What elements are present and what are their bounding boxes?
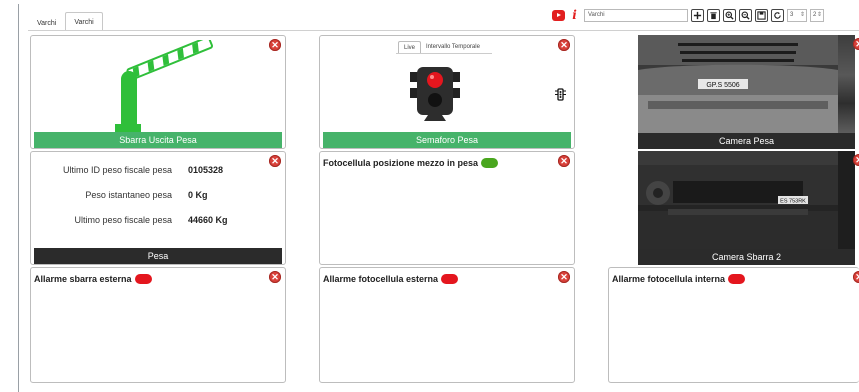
panel-photocell-position: Fotocellula posizione mezzo in pesa ✕ [319, 151, 575, 265]
panel-scale: Ultimo ID peso fiscale pesa 0105328 Peso… [30, 151, 286, 265]
alarm-barrier-title: Allarme sbarra esterna [34, 274, 152, 284]
camera-sbarra-caption: Camera Sbarra 2 [638, 249, 855, 265]
scale-label: Peso istantaneo pesa [85, 190, 172, 200]
scale-row: Ultimo peso fiscale pesa 44660 Kg [31, 215, 285, 227]
panel-alarm-photocell-external: Allarme fotocellula esterna ✕ [319, 267, 575, 383]
status-indicator-red [134, 274, 152, 284]
close-icon[interactable]: ✕ [269, 39, 281, 51]
zoom-in-button[interactable] [723, 8, 736, 22]
close-icon[interactable]: ✕ [853, 271, 859, 283]
panel-camera-pesa: GP.S 5506 Camera Pesa ✕ [608, 35, 859, 149]
tab-live[interactable]: Live [398, 41, 422, 53]
scale-label: Ultimo ID peso fiscale pesa [62, 165, 172, 175]
tab-varchi-1[interactable]: Varchi [28, 15, 65, 31]
scale-value: 0105328 [188, 165, 224, 175]
info-icon[interactable]: i [568, 8, 581, 22]
trash-icon [710, 11, 717, 19]
plate-text: GP.S 5506 [706, 82, 739, 89]
layout-name-input[interactable]: Varchi [584, 8, 688, 22]
truck-rear-image: ES 753RK [638, 151, 838, 251]
scale-value: 0 Kg [188, 190, 208, 200]
close-icon[interactable]: ✕ [853, 154, 859, 166]
columns-stepper[interactable]: 3 [787, 8, 807, 22]
subtab-divider [396, 53, 492, 54]
zoom-out-icon [741, 10, 750, 20]
scale-caption: Pesa [34, 248, 282, 264]
scale-value: 44660 Kg [188, 215, 228, 225]
panel-title-text: Allarme sbarra esterna [34, 274, 132, 284]
traffic-light-icon [410, 67, 460, 121]
panel-title-text: Allarme fotocellula interna [612, 274, 726, 284]
panel-title-text: Fotocellula posizione mezzo in pesa [323, 158, 479, 168]
tab-time-interval[interactable]: Intervallo Temporale [421, 41, 485, 53]
refresh-icon [774, 11, 781, 19]
camera-sbarra-feed: ES 753RK [638, 151, 855, 265]
close-icon[interactable]: ✕ [558, 155, 570, 167]
close-icon[interactable]: ✕ [558, 271, 570, 283]
tab-divider [28, 30, 859, 31]
scale-row: Ultimo ID peso fiscale pesa 0105328 [31, 165, 285, 177]
panel-barrier: Sbarra Uscita Pesa ✕ [30, 35, 286, 149]
delete-button[interactable] [707, 8, 720, 22]
panel-alarm-barrier: Allarme sbarra esterna ✕ [30, 267, 286, 383]
tab-varchi-2[interactable]: Varchi [65, 12, 103, 31]
youtube-icon[interactable] [552, 9, 565, 21]
panel-semaphore: Live Intervallo Temporale Semaforo Pesa … [319, 35, 575, 149]
traffic-signal-icon[interactable] [554, 88, 567, 101]
panel-title-text: Allarme fotocellula esterna [323, 274, 439, 284]
scale-label: Ultimo peso fiscale pesa [74, 215, 172, 225]
toolbar: i Varchi 3 2 [552, 8, 824, 22]
status-indicator-red [728, 274, 746, 284]
close-icon[interactable]: ✕ [269, 155, 281, 167]
refresh-button[interactable] [771, 8, 784, 22]
save-icon [757, 10, 766, 20]
plate-text: ES 753RK [780, 199, 806, 205]
rows-stepper[interactable]: 2 [810, 8, 824, 22]
tab-strip: Varchi Varchi [28, 11, 103, 31]
zoom-in-icon [725, 10, 734, 20]
close-icon[interactable]: ✕ [269, 271, 281, 283]
status-indicator-red [441, 274, 459, 284]
save-button[interactable] [755, 8, 768, 22]
semaphore-subtabs: Live Intervallo Temporale [398, 41, 485, 53]
barrier-caption: Sbarra Uscita Pesa [34, 132, 282, 148]
truck-front-image: GP.S 5506 [638, 35, 838, 135]
add-button[interactable] [691, 8, 704, 22]
semaphore-caption: Semaforo Pesa [323, 132, 571, 148]
alarm-photocell-external-title: Allarme fotocellula esterna [323, 274, 459, 284]
photocell-position-title: Fotocellula posizione mezzo in pesa [323, 158, 499, 168]
zoom-out-button[interactable] [739, 8, 752, 22]
scale-row: Peso istantaneo pesa 0 Kg [31, 190, 285, 202]
left-gutter [0, 0, 18, 392]
close-icon[interactable]: ✕ [558, 39, 570, 51]
close-icon[interactable]: ✕ [853, 38, 859, 50]
panel-alarm-photocell-internal: Allarme fotocellula interna ✕ [608, 267, 859, 383]
barrier-gate-icon [115, 40, 213, 134]
panel-camera-sbarra: ES 753RK Camera Sbarra 2 ✕ [608, 151, 859, 265]
add-icon [693, 11, 702, 19]
status-indicator-green [481, 158, 499, 168]
camera-pesa-caption: Camera Pesa [638, 133, 855, 149]
alarm-photocell-internal-title: Allarme fotocellula interna [612, 274, 746, 284]
camera-pesa-feed: GP.S 5506 [638, 35, 855, 149]
